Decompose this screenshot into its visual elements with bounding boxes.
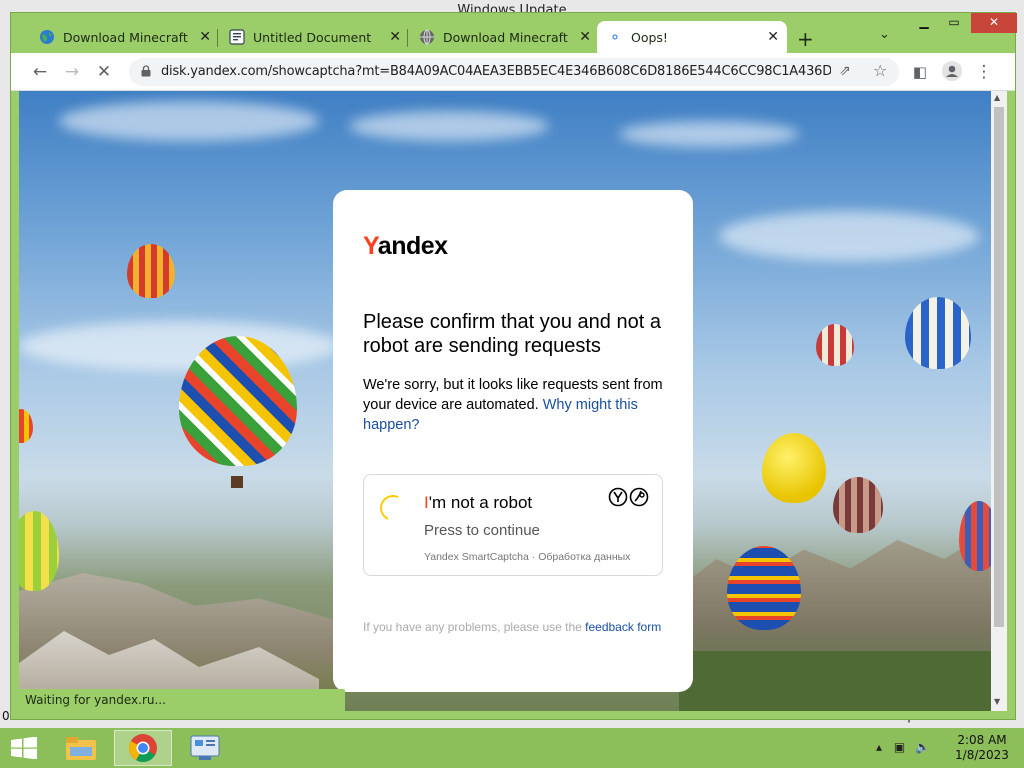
- scroll-down-icon[interactable]: ▼: [994, 697, 1000, 706]
- minimize-icon[interactable]: ▁: [909, 13, 939, 33]
- menu-kebab-icon[interactable]: ⋮: [973, 61, 995, 83]
- scroll-thumb[interactable]: [994, 107, 1004, 627]
- clock-date: 1/8/2023: [955, 748, 1009, 762]
- tab-label: Download Minecraft ER: [63, 29, 189, 45]
- forward-arrow-icon[interactable]: →: [61, 61, 83, 83]
- hot-air-balloon: [727, 546, 801, 630]
- feedback-text: If you have any problems, please use the: [363, 620, 582, 634]
- file-explorer-icon[interactable]: [52, 730, 110, 766]
- hot-air-balloon: [833, 477, 883, 533]
- captcha-title: Please confirm that you and not a robot …: [363, 311, 661, 357]
- cloud: [59, 101, 319, 141]
- system-tray: ▴ ▣ 🔈: [876, 740, 930, 754]
- taskbar: ▴ ▣ 🔈 2:08 AM 1/8/2023: [0, 728, 1024, 768]
- tab-untitled-document[interactable]: Untitled Document ✕: [219, 21, 409, 53]
- tab-label: Download Minecraft ER: [443, 29, 569, 45]
- tray-expand-icon[interactable]: ▴: [876, 740, 882, 754]
- back-arrow-icon[interactable]: ←: [29, 61, 51, 83]
- cloud: [719, 211, 979, 261]
- document-icon: [229, 29, 245, 45]
- page-viewport: Yandex Please confirm that you and not a…: [19, 91, 991, 711]
- hot-air-balloon: [762, 433, 826, 503]
- browser-toolbar: ← → ✕ disk.yandex.com/showcaptcha?mt=B84…: [11, 53, 1015, 91]
- hot-air-balloon: [19, 409, 33, 443]
- new-tab-icon[interactable]: +: [797, 27, 814, 51]
- close-icon[interactable]: ✕: [199, 29, 211, 45]
- captcha-card: Yandex Please confirm that you and not a…: [333, 190, 693, 692]
- share-icon[interactable]: ⇗: [839, 63, 851, 79]
- not-robot-label: I'm not a robot: [424, 493, 533, 512]
- tab-oops-active[interactable]: Oops! ✕: [597, 21, 787, 53]
- tab-download-minecraft-1[interactable]: Download Minecraft ER ✕: [29, 21, 219, 53]
- loading-spinner-icon: [376, 491, 410, 525]
- chrome-taskbar-icon[interactable]: [114, 730, 172, 766]
- cloud: [349, 111, 549, 141]
- tab-label: Untitled Document: [253, 29, 372, 45]
- smartcaptcha-checkbox[interactable]: I'm not a robot Press to continue Yandex…: [363, 474, 663, 576]
- side-panel-icon[interactable]: ◧: [909, 61, 931, 83]
- yandex-y-logo-icon: [608, 487, 649, 507]
- restore-icon[interactable]: ▭: [939, 13, 969, 33]
- cloud: [619, 121, 799, 147]
- windows-start-icon[interactable]: [10, 737, 38, 759]
- hot-air-balloon: [19, 511, 59, 591]
- scroll-up-icon[interactable]: ▲: [994, 93, 1000, 102]
- tab-download-minecraft-2[interactable]: Download Minecraft ER ✕: [409, 21, 599, 53]
- chrome-window: Download Minecraft ER ✕ Untitled Documen…: [10, 12, 1017, 720]
- yandex-logo: Yandex: [363, 232, 448, 260]
- network-icon[interactable]: ▣: [894, 740, 905, 754]
- cloud: [19, 321, 339, 371]
- balloon-basket: [231, 476, 243, 488]
- hot-air-balloon: [905, 297, 971, 369]
- close-icon[interactable]: ✕: [579, 29, 591, 45]
- taskbar-clock[interactable]: 2:08 AM 1/8/2023: [950, 733, 1014, 763]
- bookmark-star-icon[interactable]: ☆: [873, 61, 887, 80]
- smartcaptcha-footer[interactable]: Yandex SmartCaptcha · Обработка данных: [424, 551, 630, 563]
- control-panel-icon[interactable]: [176, 730, 234, 766]
- loading-icon: [607, 29, 623, 45]
- globe-icon: [39, 29, 55, 45]
- window-close-icon[interactable]: ✕: [971, 13, 1017, 33]
- hot-air-balloon: [127, 244, 175, 298]
- clock-time: 2:08 AM: [957, 733, 1007, 747]
- tab-separator: [407, 29, 408, 47]
- chevron-down-icon[interactable]: ⌄: [879, 27, 890, 42]
- stop-loading-icon[interactable]: ✕: [93, 61, 115, 83]
- press-to-continue-label: Press to continue: [424, 522, 540, 539]
- tab-strip: Download Minecraft ER ✕ Untitled Documen…: [11, 13, 1017, 53]
- close-icon[interactable]: ✕: [389, 29, 401, 45]
- feedback-form-link[interactable]: feedback form: [585, 620, 661, 634]
- profile-avatar-icon[interactable]: [941, 61, 963, 83]
- globe-icon: [419, 29, 435, 45]
- vegetation: [679, 651, 991, 711]
- page-scrollbar[interactable]: ▲ ▼: [991, 91, 1007, 711]
- volume-icon[interactable]: 🔈: [915, 740, 930, 754]
- url-text[interactable]: disk.yandex.com/showcaptcha?mt=B84A09AC0…: [161, 64, 831, 79]
- hot-air-balloon: [959, 501, 991, 571]
- lock-icon: [141, 65, 151, 77]
- tab-label: Oops!: [631, 29, 668, 45]
- tab-separator: [217, 29, 218, 47]
- status-bar: Waiting for yandex.ru...: [19, 689, 345, 711]
- hot-air-balloon: [816, 324, 854, 366]
- close-icon[interactable]: ✕: [767, 29, 779, 45]
- address-bar[interactable]: disk.yandex.com/showcaptcha?mt=B84A09AC0…: [129, 58, 899, 86]
- captcha-description: We're sorry, but it looks like requests …: [363, 375, 673, 435]
- feedback-note: If you have any problems, please use the…: [363, 618, 663, 636]
